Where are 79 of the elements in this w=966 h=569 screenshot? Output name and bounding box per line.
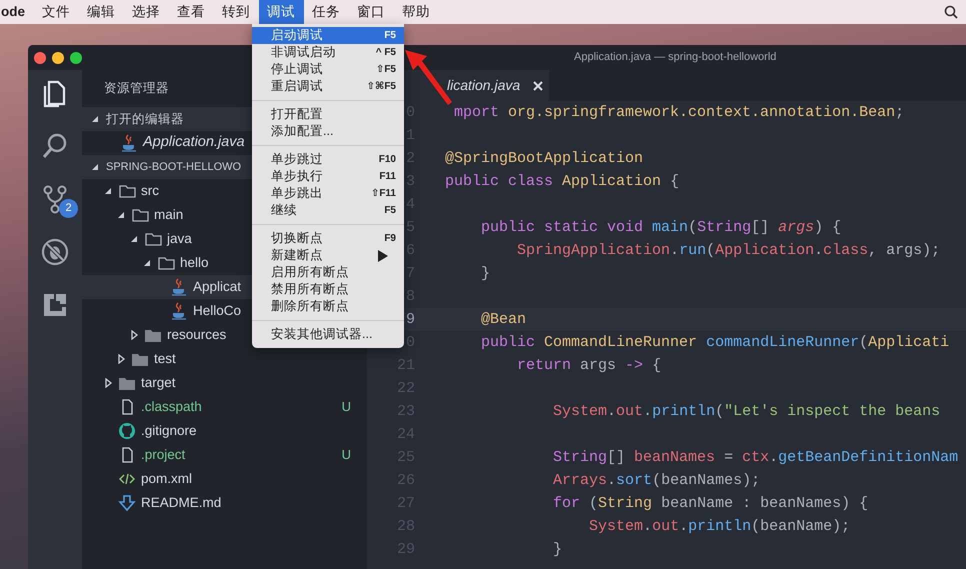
sidebar-title: 资源管理器 xyxy=(104,80,169,98)
menu-item[interactable]: 编辑 xyxy=(78,0,124,24)
menu-item[interactable]: 帮助 xyxy=(394,0,439,24)
code-line: Arrays.sort(beanNames); xyxy=(552,471,760,491)
folder-name[interactable]: target xyxy=(141,372,176,394)
bug-icon xyxy=(40,237,70,267)
code-line: } xyxy=(480,264,490,284)
folder-name[interactable]: hello xyxy=(180,252,209,274)
code-line: @Bean xyxy=(480,310,526,330)
code-line: for (String beanName : beanNames) { xyxy=(552,494,868,514)
caret-right-icon xyxy=(116,354,126,364)
caret-down-icon xyxy=(103,186,113,196)
section-title: SPRING-BOOT-HELLOWO xyxy=(106,160,242,175)
code-line: public static void main(String[] args) { xyxy=(480,218,842,238)
caret-right-icon xyxy=(103,378,113,388)
code-line: System.out.println("Let's inspect the beans xyxy=(552,402,940,422)
menu-item[interactable]: 转到 xyxy=(214,0,259,24)
caret-down-icon xyxy=(116,210,126,220)
down-arrow-icon xyxy=(118,494,136,512)
file-name[interactable]: README.md xyxy=(141,492,222,514)
file-name[interactable]: .gitignore xyxy=(141,420,197,442)
window-control-button[interactable] xyxy=(70,52,82,64)
search-icon xyxy=(944,5,958,19)
file-name[interactable]: pom.xml xyxy=(141,468,192,490)
caret-right-icon xyxy=(129,330,139,340)
code-line: public CommandLineRunner commandLineRunner(Applicati xyxy=(480,333,950,353)
git-view-button[interactable]: 2 xyxy=(40,184,78,218)
code-line: mport org.springframework.context.annotation.Bean; xyxy=(453,103,904,123)
code-line: String[] beanNames = ctx.getBeanDefinitionNam xyxy=(552,448,958,468)
code-line: @SpringBootApplication xyxy=(444,149,644,169)
file-name[interactable]: HelloCo xyxy=(193,300,242,322)
coffee-cup-icon xyxy=(120,134,138,152)
menu-item[interactable]: 启动调试 F5 xyxy=(252,27,404,44)
window-control-button[interactable] xyxy=(34,52,46,64)
coffee-cup-icon xyxy=(170,278,188,296)
file-name[interactable]: .project xyxy=(141,444,186,466)
menu-item[interactable]: 非调试启动 ^ F5 xyxy=(252,44,404,61)
code-line: SpringApplication.run(Application.class, args); xyxy=(516,241,940,261)
folder-name[interactable]: main xyxy=(154,204,184,226)
menu-item[interactable]: 删除所有断点 xyxy=(252,298,404,315)
line-number: 9 xyxy=(406,311,415,328)
file-name[interactable]: .classpath xyxy=(141,396,202,418)
menu-item[interactable]: ode xyxy=(0,0,34,24)
coffee-cup-icon xyxy=(170,302,188,320)
caret-down-icon xyxy=(142,258,152,268)
code-line: } xyxy=(552,540,562,560)
code-line: System.out.println(beanName); xyxy=(588,517,850,537)
folder-name[interactable]: java xyxy=(167,228,192,250)
caret-down-icon xyxy=(90,162,100,172)
code-line: public class Application { xyxy=(444,172,680,192)
git-status: U xyxy=(342,446,351,464)
window-title: Application.java — spring-boot-helloworld xyxy=(574,50,776,66)
section-title: 打开的编辑器 xyxy=(106,110,184,128)
file-name[interactable]: Application.java xyxy=(143,132,245,154)
menu-item[interactable]: 安装其他调试器... xyxy=(252,326,404,343)
menu-item[interactable]: 切换断点 F9 xyxy=(252,230,404,247)
git-status: U xyxy=(342,398,351,416)
code-line: return args -> { xyxy=(516,356,662,376)
submenu-arrow-icon xyxy=(378,250,388,262)
github-icon xyxy=(118,422,136,440)
tab-label: lication.java xyxy=(447,76,520,95)
caret-down-icon xyxy=(129,234,139,244)
menu-item[interactable]: 调试 xyxy=(258,0,304,24)
caret-down-icon xyxy=(90,114,100,124)
close-icon[interactable] xyxy=(532,80,544,92)
menu-item[interactable]: 选择 xyxy=(124,0,169,24)
badge-count: 2 xyxy=(59,199,78,218)
menu-item[interactable]: 窗口 xyxy=(348,0,394,24)
file-name[interactable]: Applicat xyxy=(193,276,242,298)
folder-name[interactable]: test xyxy=(154,348,176,370)
menu-item[interactable]: 新建断点 xyxy=(252,247,404,264)
menu-item[interactable]: 查看 xyxy=(168,0,214,24)
menu-item[interactable]: 文件 xyxy=(34,0,79,24)
window-control-button[interactable] xyxy=(52,52,64,64)
menu-item[interactable]: 单步跳出 ⇧F11 xyxy=(252,185,404,202)
folder-name[interactable]: resources xyxy=(167,324,226,346)
menu-item[interactable]: 任务 xyxy=(304,0,349,24)
folder-name[interactable]: src xyxy=(141,180,159,202)
menu-item[interactable]: 继续 F5 xyxy=(252,202,404,219)
